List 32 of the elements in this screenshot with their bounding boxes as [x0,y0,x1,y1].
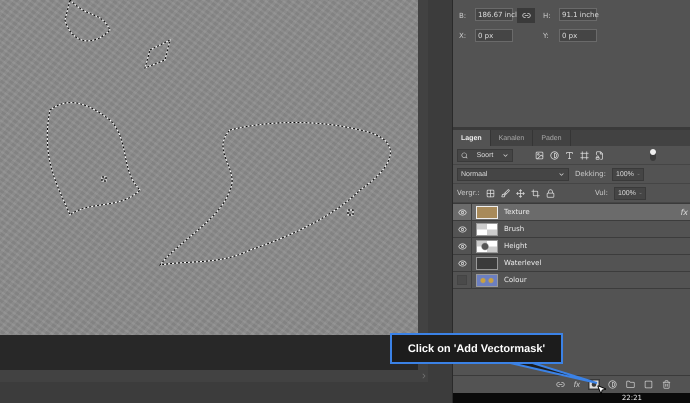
tooltip-text: Click on 'Add Vectormask' [408,342,546,354]
layer-thumbnail [476,274,498,286]
trash-icon[interactable] [661,379,672,390]
image-icon[interactable] [535,150,544,160]
layer-thumbnail [476,222,498,236]
contrast-icon[interactable] [607,379,618,390]
eye-icon[interactable] [458,242,466,250]
eye-icon[interactable] [458,208,466,216]
link-button[interactable] [517,8,535,23]
search-icon [461,152,468,158]
layer-thumbnail [476,206,498,218]
brush-icon[interactable] [500,188,510,198]
locked-file-icon[interactable] [595,150,604,160]
layer-thumbnail [476,256,498,270]
crop-icon[interactable] [530,188,540,198]
eye-icon[interactable] [458,258,466,268]
new-layer-icon[interactable] [643,379,654,390]
checker-icon[interactable] [486,188,495,198]
folder-icon[interactable] [625,379,636,390]
chevron-down-icon [558,170,565,178]
link-icon [522,11,530,20]
move-icon[interactable] [516,188,525,198]
filter-toggle[interactable] [650,149,656,161]
lock-icon[interactable] [546,188,555,198]
scrollbar[interactable] [0,370,428,382]
frame-icon[interactable] [580,150,589,160]
chevron-down-icon [502,152,509,158]
effects-badge[interactable]: fx [680,208,688,216]
text-icon[interactable] [565,150,574,160]
contrast-icon[interactable] [550,150,559,160]
eye-icon[interactable] [458,224,466,234]
layer-thumbnail [476,240,498,252]
